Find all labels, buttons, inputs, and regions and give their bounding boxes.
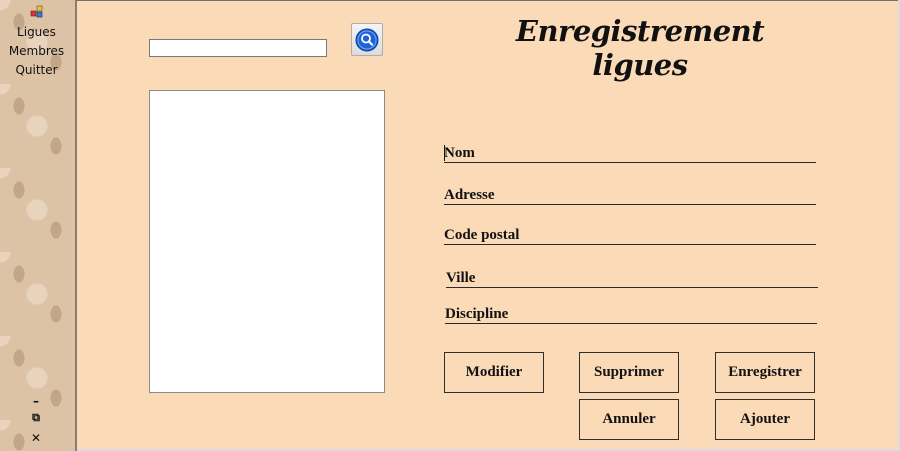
ajouter-button[interactable]: Ajouter [715,399,815,440]
ligues-listbox[interactable] [149,90,385,393]
field-discipline[interactable]: Discipline [445,301,817,324]
search-button[interactable] [351,23,383,56]
field-label-nom: Nom [444,145,475,161]
modifier-button[interactable]: Modifier [444,352,544,393]
field-code-postal[interactable]: Code postal [444,222,816,245]
field-label-ville: Ville [446,270,476,286]
search-input[interactable] [149,39,327,57]
enregistrer-button[interactable]: Enregistrer [715,352,815,393]
field-adresse[interactable]: Adresse [444,182,816,205]
field-nom[interactable]: Nom [444,140,816,163]
field-label-code-postal: Code postal [444,227,520,243]
menu-item-membres[interactable]: Membres [0,44,73,58]
field-ville[interactable]: Ville [446,265,818,288]
annuler-button[interactable]: Annuler [579,399,679,440]
field-label-adresse: Adresse [444,187,495,203]
menu-item-quitter[interactable]: Quitter [0,63,73,77]
text-caret [444,145,445,161]
top-border [77,0,900,1]
app-icon [30,4,44,18]
close-button[interactable]: ✕ [29,431,43,445]
field-label-discipline: Discipline [445,306,509,322]
sidebar-menu: Ligues Membres Quitter – ⧉ ✕ [0,0,77,451]
restore-button[interactable]: ⧉ [29,411,43,425]
page-title: Enregistrement ligues [515,14,765,82]
magnifier-icon [352,28,382,52]
supprimer-button[interactable]: Supprimer [579,352,679,393]
menu-item-ligues[interactable]: Ligues [0,25,73,39]
minimize-button[interactable]: – [29,394,43,408]
